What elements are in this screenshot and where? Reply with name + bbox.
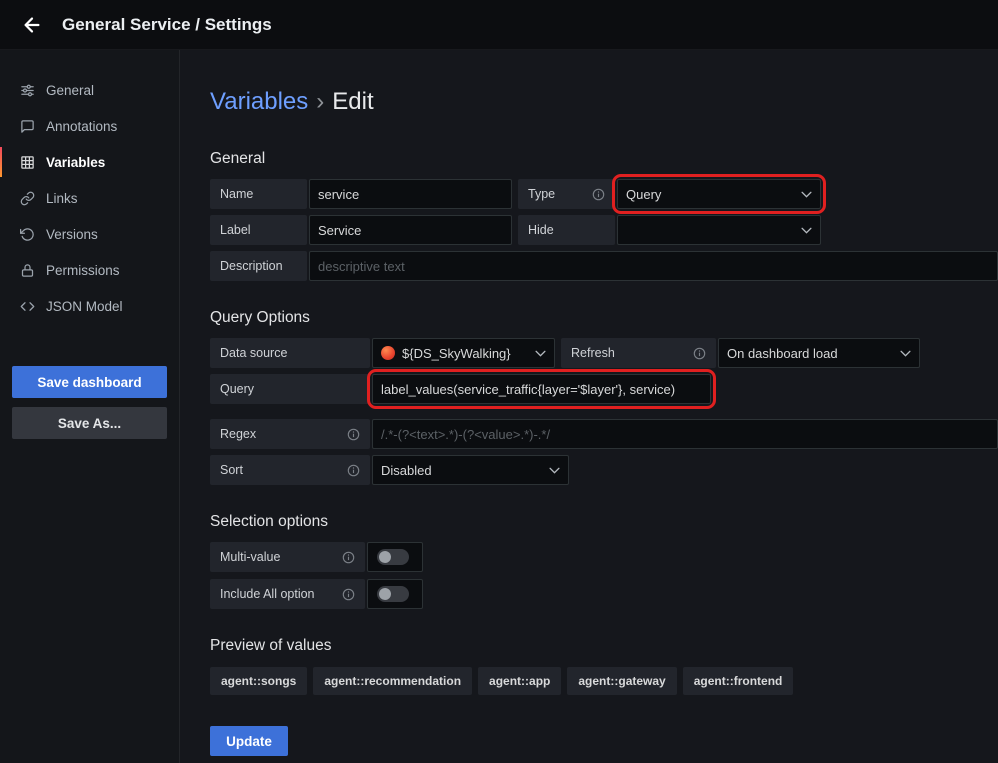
preview-value: agent::app bbox=[478, 667, 561, 695]
regex-input[interactable] bbox=[372, 419, 998, 449]
sliders-icon bbox=[20, 82, 36, 98]
toggle-knob bbox=[379, 551, 391, 563]
breadcrumb: Variables › Edit bbox=[210, 88, 998, 116]
chevron-down-icon bbox=[801, 227, 812, 234]
query-options-section: Query Options Data source ${DS_SkyWalkin… bbox=[210, 309, 998, 485]
sidebar-item-permissions[interactable]: Permissions bbox=[0, 252, 179, 288]
breadcrumb-separator: › bbox=[316, 88, 324, 115]
description-input[interactable] bbox=[309, 251, 998, 281]
multi-value-toggle[interactable] bbox=[367, 542, 423, 572]
comment-icon bbox=[20, 118, 36, 134]
type-select-annotation: Query bbox=[617, 179, 821, 209]
info-icon[interactable] bbox=[347, 464, 360, 477]
general-section: General Name Type Query La bbox=[210, 150, 998, 281]
save-as-button[interactable]: Save As... bbox=[12, 407, 167, 439]
preview-value: agent::songs bbox=[210, 667, 307, 695]
preview-value: agent::gateway bbox=[567, 667, 676, 695]
sort-field-label: Sort bbox=[210, 455, 370, 485]
include-all-toggle[interactable] bbox=[367, 579, 423, 609]
type-field-label: Type bbox=[518, 179, 615, 209]
back-arrow-icon[interactable] bbox=[16, 9, 48, 41]
sidebar-item-variables[interactable]: Variables bbox=[0, 144, 179, 180]
sidebar-item-label: General bbox=[46, 83, 94, 98]
description-field-label: Description bbox=[210, 251, 307, 281]
label-field-label: Label bbox=[210, 215, 307, 245]
general-heading: General bbox=[210, 150, 998, 168]
settings-sidebar: General Annotations Variables Links Vers… bbox=[0, 50, 180, 763]
label-input[interactable] bbox=[309, 215, 512, 245]
info-icon[interactable] bbox=[342, 588, 355, 601]
datasource-select[interactable]: ${DS_SkyWalking} bbox=[372, 338, 555, 368]
info-icon[interactable] bbox=[347, 428, 360, 441]
name-input[interactable] bbox=[309, 179, 512, 209]
preview-heading: Preview of values bbox=[210, 637, 998, 655]
grid-icon bbox=[20, 154, 36, 170]
link-icon bbox=[20, 190, 36, 206]
page-title: General Service / Settings bbox=[62, 15, 272, 35]
sidebar-item-annotations[interactable]: Annotations bbox=[0, 108, 179, 144]
sidebar-item-label: Annotations bbox=[46, 119, 117, 134]
update-button[interactable]: Update bbox=[210, 726, 288, 756]
top-bar: General Service / Settings bbox=[0, 0, 998, 50]
sidebar-item-json-model[interactable]: JSON Model bbox=[0, 288, 179, 324]
type-select[interactable]: Query bbox=[617, 179, 821, 209]
variables-edit-page: Variables › Edit General Name Type Query bbox=[180, 50, 998, 763]
preview-value: agent::frontend bbox=[683, 667, 794, 695]
sidebar-item-label: Variables bbox=[46, 155, 105, 170]
chevron-down-icon bbox=[900, 350, 911, 357]
selection-options-heading: Selection options bbox=[210, 513, 998, 531]
sidebar-item-label: Versions bbox=[46, 227, 98, 242]
preview-value: agent::recommendation bbox=[313, 667, 472, 695]
skywalking-logo-icon bbox=[381, 346, 395, 360]
chevron-down-icon bbox=[801, 191, 812, 198]
preview-values: agent::songs agent::recommendation agent… bbox=[210, 667, 998, 695]
include-all-field-label: Include All option bbox=[210, 579, 365, 609]
sidebar-item-label: JSON Model bbox=[46, 299, 123, 314]
query-options-heading: Query Options bbox=[210, 309, 998, 327]
datasource-field-label: Data source bbox=[210, 338, 370, 368]
chevron-down-icon bbox=[535, 350, 546, 357]
query-input[interactable] bbox=[372, 374, 711, 404]
info-icon[interactable] bbox=[693, 347, 706, 360]
code-icon bbox=[20, 298, 36, 314]
refresh-field-label: Refresh bbox=[561, 338, 716, 368]
name-field-label: Name bbox=[210, 179, 307, 209]
hide-field-label: Hide bbox=[518, 215, 615, 245]
sidebar-item-label: Permissions bbox=[46, 263, 120, 278]
selection-options-section: Selection options Multi-value Include Al… bbox=[210, 513, 998, 609]
save-dashboard-button[interactable]: Save dashboard bbox=[12, 366, 167, 398]
info-icon[interactable] bbox=[592, 188, 605, 201]
toggle-knob bbox=[379, 588, 391, 600]
toggle-switch bbox=[377, 586, 409, 602]
sidebar-item-general[interactable]: General bbox=[0, 72, 179, 108]
history-icon bbox=[20, 226, 36, 242]
preview-section: Preview of values agent::songs agent::re… bbox=[210, 637, 998, 695]
toggle-switch bbox=[377, 549, 409, 565]
sidebar-item-label: Links bbox=[46, 191, 78, 206]
regex-field-label: Regex bbox=[210, 419, 370, 449]
sidebar-item-links[interactable]: Links bbox=[0, 180, 179, 216]
sort-select[interactable]: Disabled bbox=[372, 455, 569, 485]
sidebar-item-versions[interactable]: Versions bbox=[0, 216, 179, 252]
info-icon[interactable] bbox=[342, 551, 355, 564]
query-field-label: Query bbox=[210, 374, 370, 404]
breadcrumb-variables-link[interactable]: Variables bbox=[210, 88, 308, 115]
lock-icon bbox=[20, 262, 36, 278]
multi-value-field-label: Multi-value bbox=[210, 542, 365, 572]
query-input-annotation bbox=[372, 374, 711, 404]
breadcrumb-edit: Edit bbox=[332, 88, 373, 115]
chevron-down-icon bbox=[549, 467, 560, 474]
hide-select[interactable] bbox=[617, 215, 821, 245]
refresh-select[interactable]: On dashboard load bbox=[718, 338, 920, 368]
